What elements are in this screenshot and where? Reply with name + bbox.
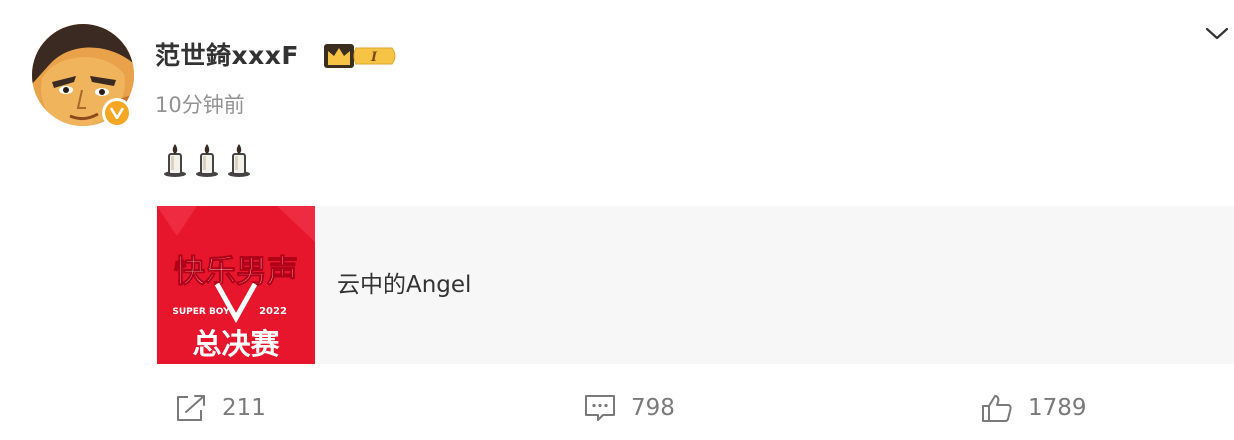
card-thumb-line2: 总决赛 (192, 327, 280, 361)
crown-icon (324, 44, 354, 68)
verified-v-badge-icon (102, 98, 132, 128)
like-button[interactable]: 1789 (980, 390, 1087, 426)
repost-icon (177, 395, 205, 421)
candle-emoji-icon (164, 144, 186, 177)
thumbs-up-icon (982, 395, 1012, 422)
like-count: 1789 (1028, 395, 1087, 421)
comment-count: 798 (631, 395, 675, 421)
level-text: I (370, 50, 378, 65)
candle-emoji-icon (228, 144, 250, 177)
card-thumb-tag-right: 2022 (259, 306, 287, 317)
post-text (162, 142, 252, 182)
post-timestamp[interactable]: 10分钟前 (155, 90, 245, 120)
author-name[interactable]: 范世錡xxxF (155, 38, 299, 74)
candle-emoji-icon (196, 144, 218, 177)
card-thumbnail: 快乐男声 SUPER BOY 2022 总决赛 (157, 206, 315, 364)
repost-button[interactable]: 211 (174, 390, 266, 426)
comment-button[interactable]: 798 (583, 390, 675, 426)
weibo-post: 范世錡xxxF I 10分钟前 快乐男声 SUPER BOY 2022 总决赛 … (0, 0, 1234, 440)
repost-count: 211 (222, 395, 266, 421)
chevron-down-icon[interactable] (1204, 22, 1230, 44)
card-thumb-line1: 快乐男声 (174, 254, 298, 290)
link-card[interactable]: 快乐男声 SUPER BOY 2022 总决赛 云中的Angel (157, 206, 1234, 364)
card-title[interactable]: 云中的Angel (337, 270, 471, 300)
card-thumb-tag-left: SUPER BOY (172, 307, 230, 317)
member-level-badge[interactable]: I (322, 42, 400, 70)
comment-icon (585, 395, 615, 421)
